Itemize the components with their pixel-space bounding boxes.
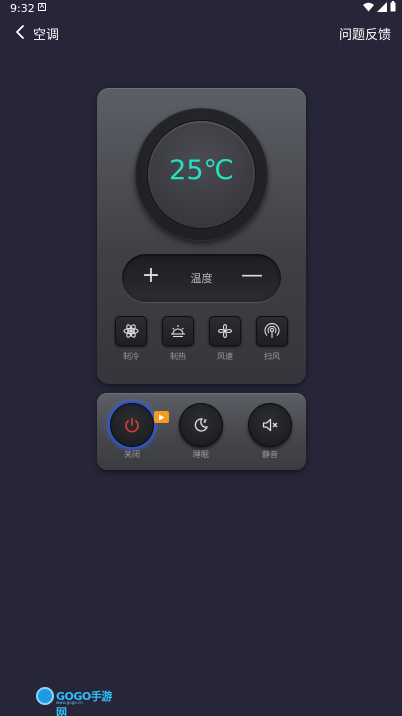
fan-icon [217, 323, 233, 339]
mode-swing-button[interactable]: 扫风 [256, 316, 288, 362]
mute-icon [262, 418, 278, 432]
remote-panel: 25℃ + 温度 — 制冷 制热 风速 扫风 [97, 88, 306, 384]
back-arrow-icon[interactable] [12, 23, 28, 41]
power-button[interactable]: 关闭 [110, 403, 169, 460]
swing-icon [264, 323, 280, 338]
power-label: 关闭 [124, 450, 140, 459]
mode-fan-speed-button[interactable]: 风速 [209, 316, 241, 362]
status-bar: 9:32 A [0, 0, 402, 16]
battery-icon [390, 1, 396, 12]
notification-icon: A [38, 3, 46, 11]
watermark-circle-icon [36, 687, 54, 705]
temperature-dial: 25℃ [135, 108, 268, 241]
wifi-icon [363, 2, 374, 11]
sleep-label: 睡眠 [193, 450, 209, 459]
snowflake-icon [123, 324, 139, 338]
mode-heat-button[interactable]: 制热 [162, 316, 194, 362]
watermark-logo: GOGO手游网 www.gogo.cn [36, 686, 116, 716]
sleep-button[interactable]: 睡眠 [179, 403, 223, 460]
status-time: 9:32 [10, 2, 35, 15]
video-badge-icon [154, 411, 169, 423]
app-header: 空调 问题反馈 [0, 18, 402, 46]
watermark-sub: www.gogo.cn [56, 700, 83, 705]
sun-icon [171, 325, 185, 338]
mode-buttons: 制冷 制热 风速 扫风 [115, 316, 290, 368]
mute-label: 静音 [262, 450, 278, 459]
signal-icon [377, 1, 387, 12]
page-title: 空调 [33, 28, 60, 43]
moon-icon [194, 418, 209, 432]
feedback-link[interactable]: 问题反馈 [339, 24, 391, 43]
mode-cool-button[interactable]: 制冷 [115, 316, 147, 362]
mode-swing-label: 扫风 [264, 352, 280, 361]
mode-heat-label: 制热 [170, 352, 186, 361]
mode-cool-label: 制冷 [123, 352, 139, 361]
temperature-display: 25℃ [148, 121, 255, 228]
mode-fan-speed-label: 风速 [217, 352, 233, 361]
mute-button[interactable]: 静音 [248, 403, 292, 460]
temp-decrease-button[interactable]: — [241, 263, 263, 288]
temperature-value: 25℃ [169, 155, 234, 186]
control-panel: 关闭 睡眠 静音 [97, 393, 306, 470]
temperature-control: + 温度 — [122, 254, 281, 302]
power-icon [125, 417, 139, 433]
status-icons [363, 1, 396, 12]
